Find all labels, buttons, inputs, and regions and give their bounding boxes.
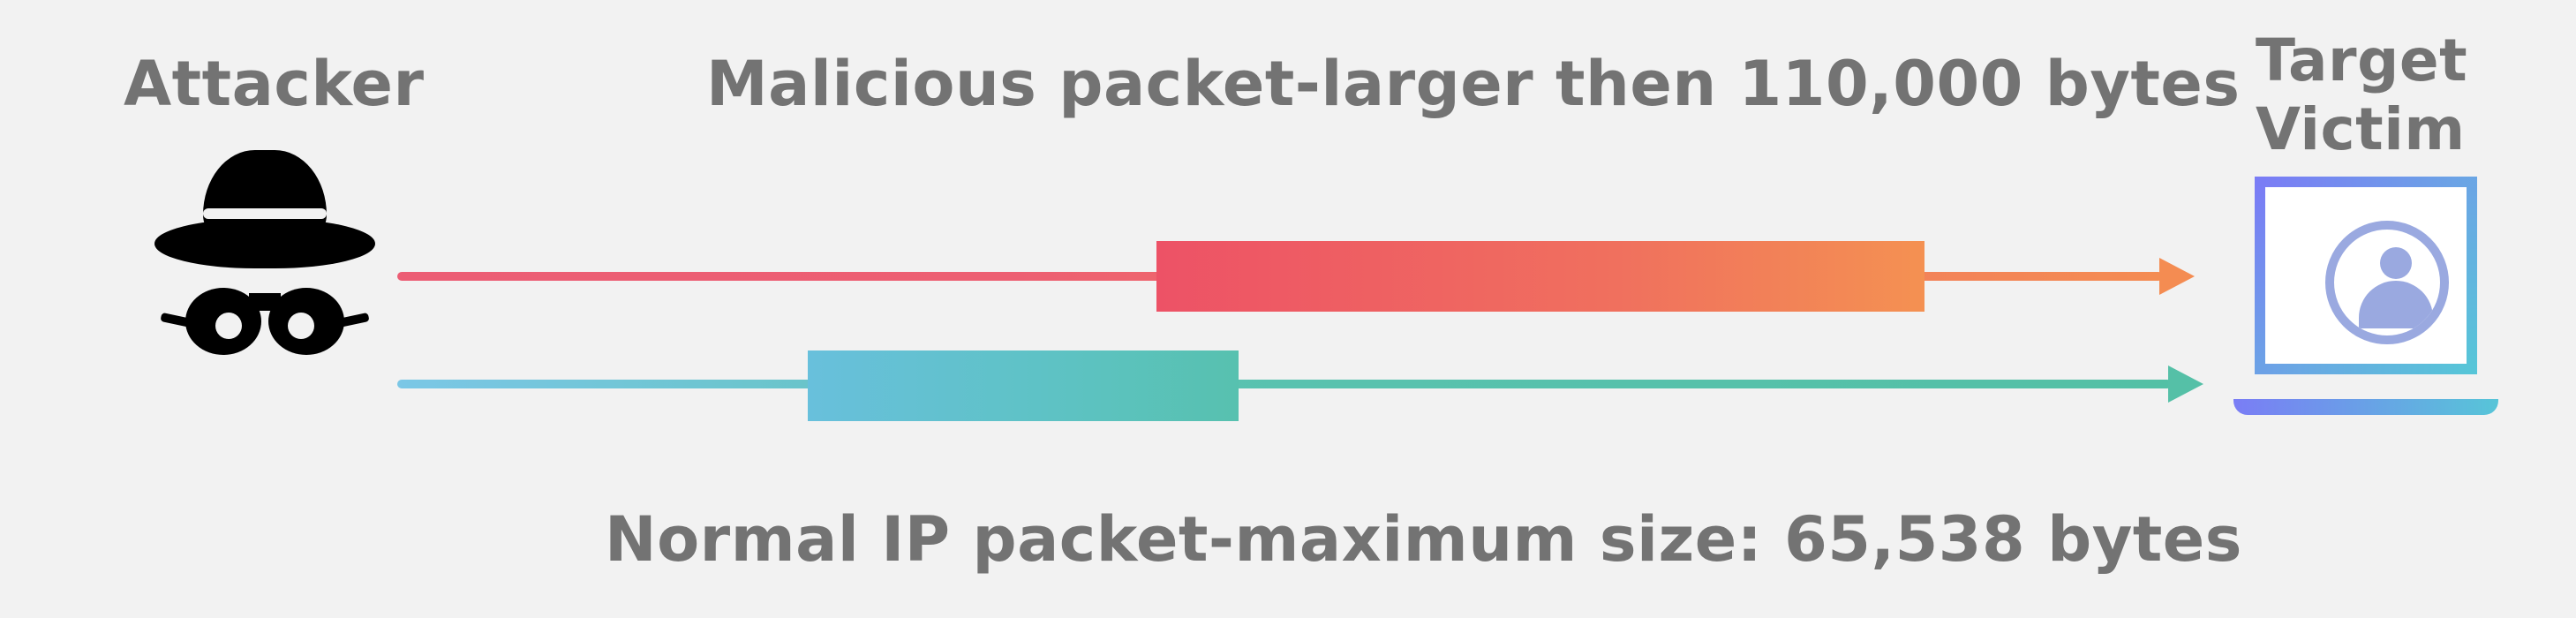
normal-packet-bar	[808, 350, 1239, 421]
hat-icon	[154, 150, 375, 283]
user-avatar-icon	[2325, 221, 2449, 344]
target-laptop-icon	[2233, 177, 2498, 415]
mask-icon	[185, 283, 344, 371]
malicious-packet-label: Malicious packet-larger then 110,000 byt…	[706, 48, 2241, 120]
target-label-line2: Victim	[2256, 95, 2466, 163]
arrow-right-icon	[2159, 258, 2195, 295]
normal-packet-label: Normal IP packet-maximum size: 65,538 by…	[605, 503, 2242, 576]
arrow-right-icon	[2168, 366, 2203, 403]
target-label-line1: Target	[2256, 26, 2467, 94]
malicious-packet-bar	[1156, 241, 1924, 312]
normal-arrow-line	[397, 380, 2172, 388]
attacker-label: Attacker	[124, 48, 425, 120]
attacker-icon	[146, 150, 384, 380]
